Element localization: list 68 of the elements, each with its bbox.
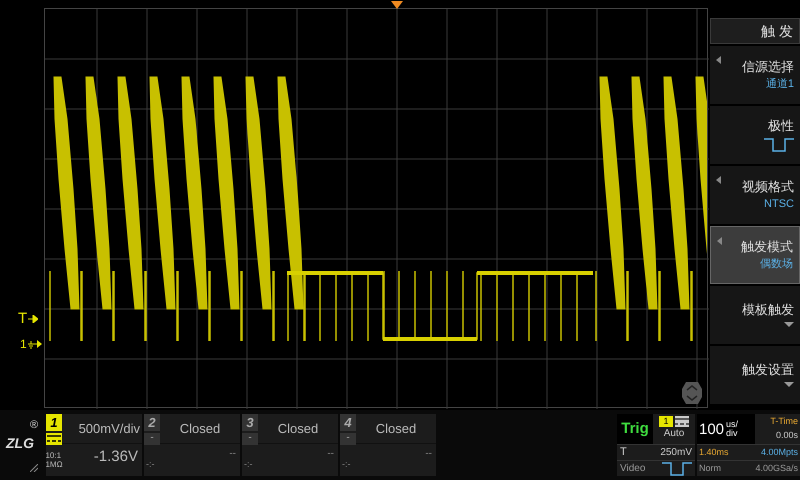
menu-item-label: 触发设置 [742,363,794,376]
menu-item-value: 通道1 [766,79,794,90]
menu-title: 触 发 [710,18,800,44]
trigger-type-label: T [620,445,627,460]
channel-number: 3 [242,414,258,431]
menu-item[interactable]: 极性 [710,106,800,164]
menu-item[interactable]: 触发模式 偶数场 [710,226,800,284]
menu-item-label: 视频格式 [742,180,794,193]
timebase-value: 100 [699,422,724,436]
trigger-level-marker: T [18,311,28,326]
trigger-source: 1 [659,416,673,427]
dropdown-caret-icon [784,322,794,327]
logo: ZLG [6,436,34,450]
input-impedance: 1MΩ [45,460,63,469]
vertical-offset: -1.36V [92,447,139,467]
vertical-offset: -- [424,447,433,461]
coupling-badge: - [340,433,356,445]
menu-item[interactable]: 信源选择 通道1 [710,46,800,104]
menu-item[interactable]: 视频格式 NTSC [710,166,800,224]
sample-rate: 4.00GSa/s [755,462,798,475]
trigger-type: Video [620,462,646,476]
menu-item-label: 模板触发 [742,303,794,316]
timebase-unit: div [726,429,738,438]
channel-number: 4 [340,414,356,431]
channel-panel[interactable]: 4 - Closed -- -:- [340,414,436,476]
menu-item-label: 极性 [768,118,794,132]
position-value: 0.00s [776,429,798,442]
trigger-panel[interactable]: Trig 1 Auto T 250mV Video [617,414,695,476]
right-arrow-icon [28,314,38,322]
vertical-offset: -- [326,447,335,461]
acquire-mode: Norm [699,462,721,475]
ground-arrow-icon [28,340,42,348]
channel-panel[interactable]: 2 - Closed -- -:- [144,414,240,476]
coupling-badge: - [144,433,160,445]
channel-panel[interactable]: 3 - Closed -- -:- [242,414,338,476]
trigger-mode: Auto [664,427,684,441]
vertical-scale: Closed [356,414,436,444]
coupling-badge: - [242,433,258,445]
probe-ratio: -:- [342,460,350,469]
vertical-offset: -- [228,447,237,461]
menu-item-label: 信源选择 [742,60,794,73]
dropdown-caret-icon [784,382,794,387]
vertical-scale: Closed [160,414,240,444]
falling-pulse-icon [764,138,794,152]
menu-item-value: 偶数场 [760,259,793,270]
menu-item-label: 触发模式 [741,240,793,253]
position-label: T-Time [770,415,798,428]
channel-number: 2 [144,414,160,431]
registered-mark: ® [30,420,38,431]
falling-pulse-icon [662,462,692,476]
memory-depth: 4.00Mpts [760,446,798,459]
menu-item[interactable]: 触发设置 [710,346,800,404]
channel-number: 1 [46,414,62,431]
probe-ratio: -:- [244,460,252,469]
trigger-level: 250mV [660,446,692,460]
scroll-arrows-icon [681,381,703,405]
vertical-scale: Closed [258,414,338,444]
probe-ratio: 10:1 [45,451,62,460]
timebase-unit: us/ [726,420,738,429]
channel-ground-marker: 1 [20,338,27,350]
menu-item[interactable]: 模板触发 [710,286,800,344]
probe-ratio: -:- [146,460,154,469]
channel-panel[interactable]: 1 10:1 1MΩ 500mV/div -1.36V [46,414,142,476]
trigger-status: Trig [617,414,653,444]
menu-item-value: NTSC [764,199,794,210]
resize-grip-icon [30,464,38,472]
delay-value: 1.40ms [699,446,729,459]
vertical-scale: 500mV/div [62,414,142,444]
